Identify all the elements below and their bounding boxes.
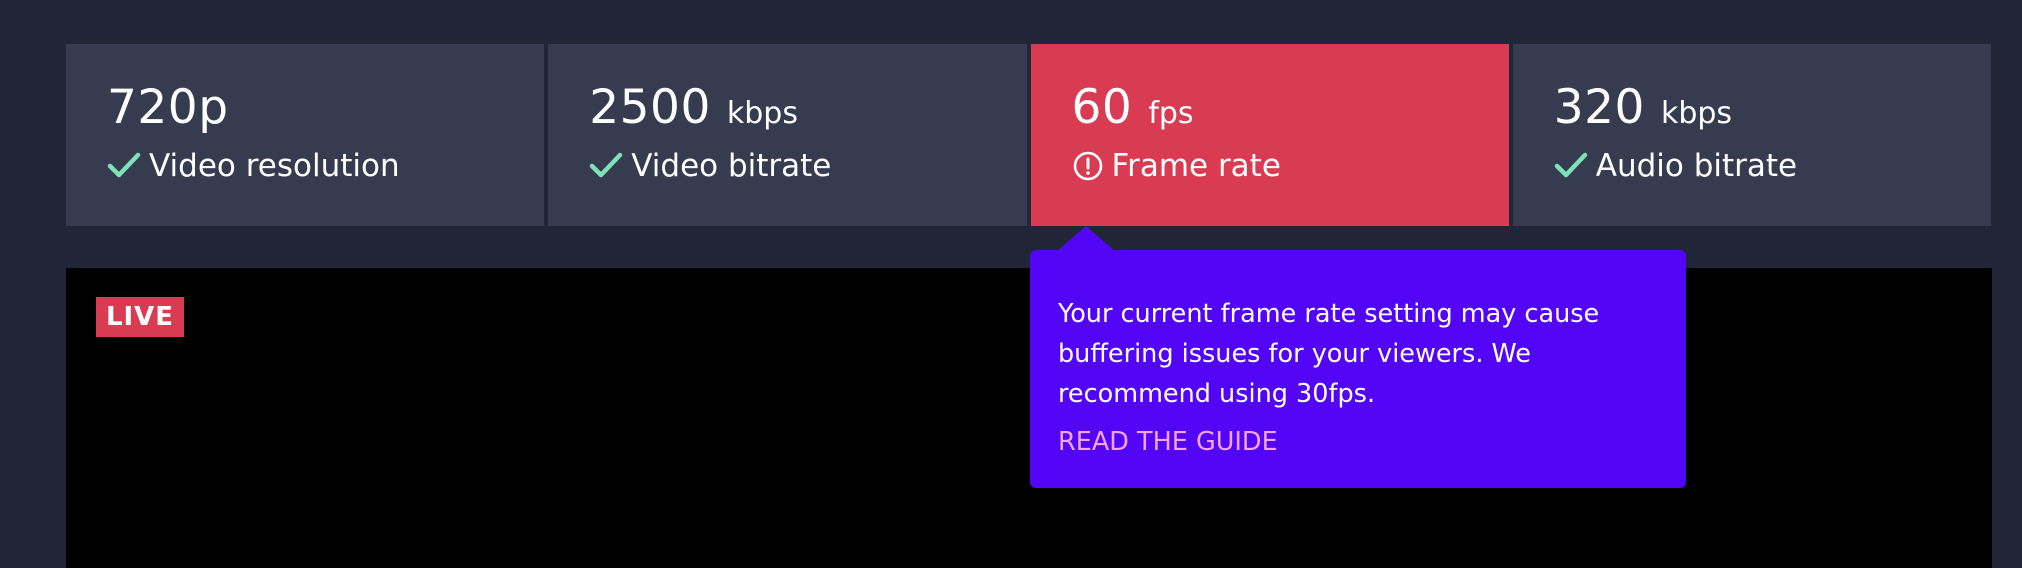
stat-value: 720p: [107, 84, 544, 146]
tooltip-arrow: [1056, 226, 1116, 252]
stat-label: Frame rate: [1111, 148, 1281, 184]
check-icon: [1554, 152, 1588, 180]
stat-value: 320 kbps: [1554, 84, 1991, 146]
stat-label: Audio bitrate: [1595, 148, 1798, 184]
stat-number: 320: [1553, 80, 1645, 135]
stat-label-row: Frame rate: [1072, 148, 1509, 184]
check-icon: [107, 152, 141, 180]
stat-unit: kbps: [726, 96, 798, 131]
stat-label-row: Video bitrate: [589, 148, 1026, 184]
check-icon: [589, 152, 623, 180]
stat-value: 2500 kbps: [589, 84, 1026, 146]
stat-card-video-resolution: 720p Video resolution: [66, 44, 545, 226]
stat-label-row: Video resolution: [107, 148, 544, 184]
stat-unit: kbps: [1660, 96, 1733, 131]
tooltip-message: Your current frame rate setting may caus…: [1058, 299, 1600, 409]
live-badge: LIVE: [96, 297, 184, 337]
stat-value: 60 fps: [1072, 84, 1509, 146]
read-guide-link[interactable]: READ THE GUIDE: [1058, 424, 1658, 460]
stat-label: Video resolution: [149, 148, 400, 184]
video-player[interactable]: [66, 268, 1992, 568]
stat-label-row: Audio bitrate: [1554, 148, 1991, 184]
stat-number: 60: [1071, 80, 1133, 135]
stat-card-audio-bitrate: 320 kbps Audio bitrate: [1512, 44, 1991, 226]
stat-card-frame-rate[interactable]: 60 fps Frame rate: [1030, 44, 1509, 226]
frame-rate-tooltip: Your current frame rate setting may caus…: [1030, 250, 1686, 488]
stat-card-video-bitrate: 2500 kbps Video bitrate: [548, 44, 1027, 226]
stat-number: 720p: [107, 80, 229, 135]
stat-number: 2500: [589, 80, 711, 135]
stream-stats-bar: 720p Video resolution 2500 kbps Video bi…: [66, 44, 1991, 226]
stat-unit: fps: [1148, 96, 1194, 131]
alert-circle-icon: [1072, 150, 1104, 182]
stat-label: Video bitrate: [631, 148, 832, 184]
